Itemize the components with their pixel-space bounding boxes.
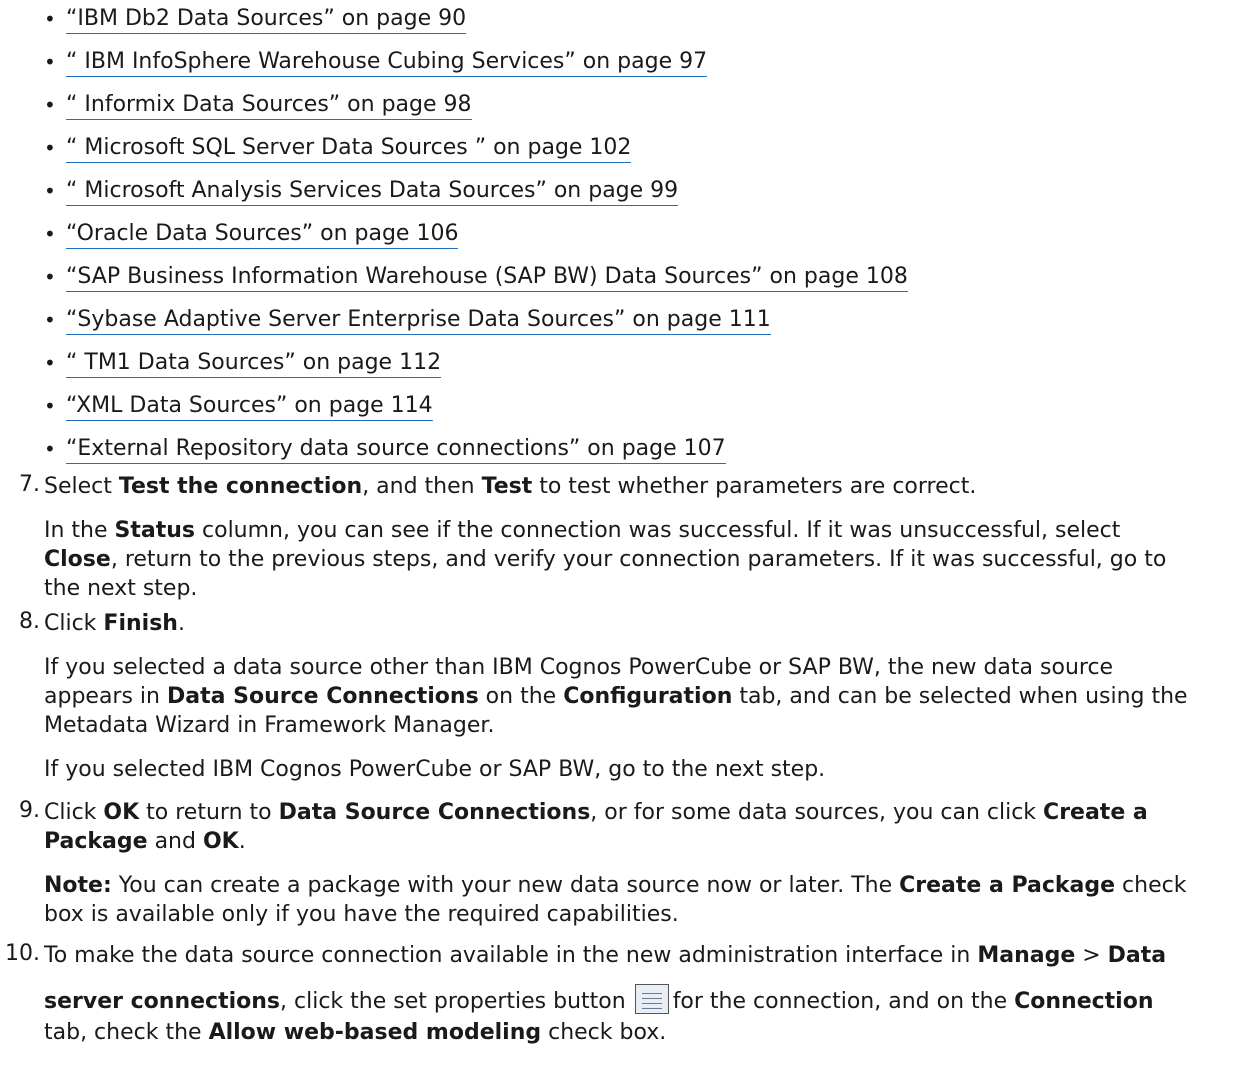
list-item: • “SAP Business Information Warehouse (SA… — [44, 258, 908, 301]
link-external-repository[interactable]: “External Repository data source connect… — [66, 436, 726, 464]
step-number: 7. — [19, 472, 40, 497]
step-9: 9. Click OK to return to Data Source Con… — [0, 798, 1256, 929]
step-detail: Metadata Wizard in Framework Manager. — [44, 713, 495, 738]
link-analysis-services[interactable]: “ Microsoft Analysis Services Data Sourc… — [66, 178, 679, 206]
step-number: 8. — [19, 609, 40, 634]
list-item: • “External Repository data source connec… — [44, 430, 908, 473]
step-detail: If you selected a data source other than… — [44, 655, 1114, 680]
link-informix[interactable]: “ Informix Data Sources” on page 98 — [66, 92, 472, 120]
link-oracle[interactable]: “Oracle Data Sources” on page 106 — [66, 221, 459, 249]
step-text: To make the data source connection avail… — [44, 943, 1167, 968]
list-item: • “XML Data Sources” on page 114 — [44, 387, 908, 430]
list-item: • “ Informix Data Sources” on page 98 — [44, 86, 908, 129]
link-sybase[interactable]: “Sybase Adaptive Server Enterprise Data … — [66, 307, 771, 335]
list-item: • “IBM Db2 Data Sources” on page 90 — [44, 0, 908, 43]
step-10: 10. To make the data source connection a… — [0, 941, 1256, 1047]
step-detail: Close, return to the previous steps, and… — [44, 547, 1167, 572]
step-note: Note: You can create a package with your… — [44, 873, 1187, 898]
link-xml[interactable]: “XML Data Sources” on page 114 — [66, 393, 433, 421]
step-detail: In the Status column, you can see if the… — [44, 518, 1121, 543]
list-item: • “Oracle Data Sources” on page 106 — [44, 215, 908, 258]
list-item: • “ Microsoft Analysis Services Data Sour… — [44, 172, 908, 215]
list-item: • “ TM1 Data Sources” on page 112 — [44, 344, 908, 387]
step-text: Click Finish. — [44, 611, 185, 636]
step-8: 8. Click Finish. If you selected a data … — [0, 609, 1256, 784]
list-item: • “ Microsoft SQL Server Data Sources ” o… — [44, 129, 908, 172]
step-detail: If you selected IBM Cognos PowerCube or … — [44, 757, 826, 782]
list-item: • “ IBM InfoSphere Warehouse Cubing Servi… — [44, 43, 908, 86]
link-sap-bw[interactable]: “SAP Business Information Warehouse (SAP… — [66, 264, 908, 292]
step-text: Select Test the connection, and then Tes… — [44, 474, 977, 499]
step-number: 10. — [5, 941, 40, 966]
step-text: tab, check the Allow web-based modeling … — [44, 1020, 667, 1045]
link-tm1[interactable]: “ TM1 Data Sources” on page 112 — [66, 350, 442, 378]
set-properties-icon — [634, 984, 669, 1014]
link-db2[interactable]: “IBM Db2 Data Sources” on page 90 — [66, 6, 467, 34]
step-detail: appears in Data Source Connections on th… — [44, 684, 1188, 709]
list-item: • “Sybase Adaptive Server Enterprise Data… — [44, 301, 908, 344]
procedure-steps: 7. Select Test the connection, and then … — [0, 472, 1256, 1047]
link-sql-server[interactable]: “ Microsoft SQL Server Data Sources ” on… — [66, 135, 632, 163]
document-page: • “IBM Db2 Data Sources” on page 90 • “ IB… — [0, 0, 1256, 1085]
step-number: 9. — [19, 798, 40, 823]
step-text: server connections, click the set proper… — [44, 984, 1256, 1018]
step-text: Package and OK. — [44, 829, 246, 854]
step-detail: the next step. — [44, 576, 198, 601]
step-note: box is available only if you have the re… — [44, 902, 679, 927]
data-source-links: • “IBM Db2 Data Sources” on page 90 • “ IB… — [44, 0, 908, 473]
link-infosphere[interactable]: “ IBM InfoSphere Warehouse Cubing Servic… — [66, 49, 708, 77]
step-text: Click OK to return to Data Source Connec… — [44, 800, 1148, 825]
step-7: 7. Select Test the connection, and then … — [0, 472, 1256, 601]
